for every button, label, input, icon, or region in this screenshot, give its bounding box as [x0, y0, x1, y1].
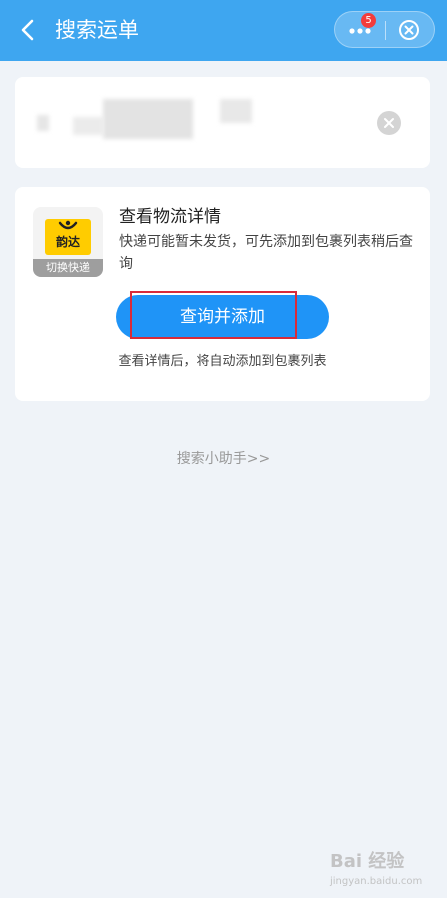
switch-carrier-label: 切换快递: [33, 259, 103, 277]
clear-input-button[interactable]: [377, 111, 401, 135]
carrier-logo-text: 韵达: [55, 235, 80, 249]
redacted-tracking-number: [37, 115, 49, 131]
carrier-selector[interactable]: 韵达 切换快递: [33, 207, 103, 277]
capsule-divider: [385, 21, 386, 40]
redacted-tracking-number: [103, 99, 193, 139]
carrier-logo: 韵达: [45, 219, 91, 255]
result-hint: 查看详情后，将自动添加到包裹列表: [118, 354, 327, 369]
redacted-tracking-number: [73, 117, 103, 135]
notification-badge: 5: [361, 13, 376, 28]
tracking-number-input-card[interactable]: [15, 77, 430, 168]
baidu-jingyan-watermark: Bai 经验 jingyan.baidu.com: [330, 852, 440, 892]
result-title: 查看物流详情: [119, 207, 221, 227]
clear-x-icon: [384, 118, 394, 128]
close-circle-icon[interactable]: [398, 19, 420, 41]
watermark-sub: jingyan.baidu.com: [330, 876, 423, 887]
watermark-text: Bai 经验: [330, 851, 405, 872]
result-description: 快递可能暂未发货，可先添加到包裹列表稍后查询: [119, 234, 413, 272]
search-helper-link[interactable]: 搜索小助手>>: [0, 449, 447, 469]
back-icon[interactable]: [14, 16, 42, 44]
smile-logo-icon: [58, 220, 78, 230]
result-card: 韵达 切换快递 查看物流详情 快递可能暂未发货，可先添加到包裹列表稍后查询 查询…: [15, 187, 430, 401]
redacted-tracking-number: [220, 99, 252, 123]
page-title: 搜索运单: [55, 18, 139, 42]
top-navigation-bar: 搜索运单 5: [0, 0, 447, 61]
mini-program-capsule: 5: [334, 11, 435, 48]
highlight-box: [130, 291, 297, 339]
